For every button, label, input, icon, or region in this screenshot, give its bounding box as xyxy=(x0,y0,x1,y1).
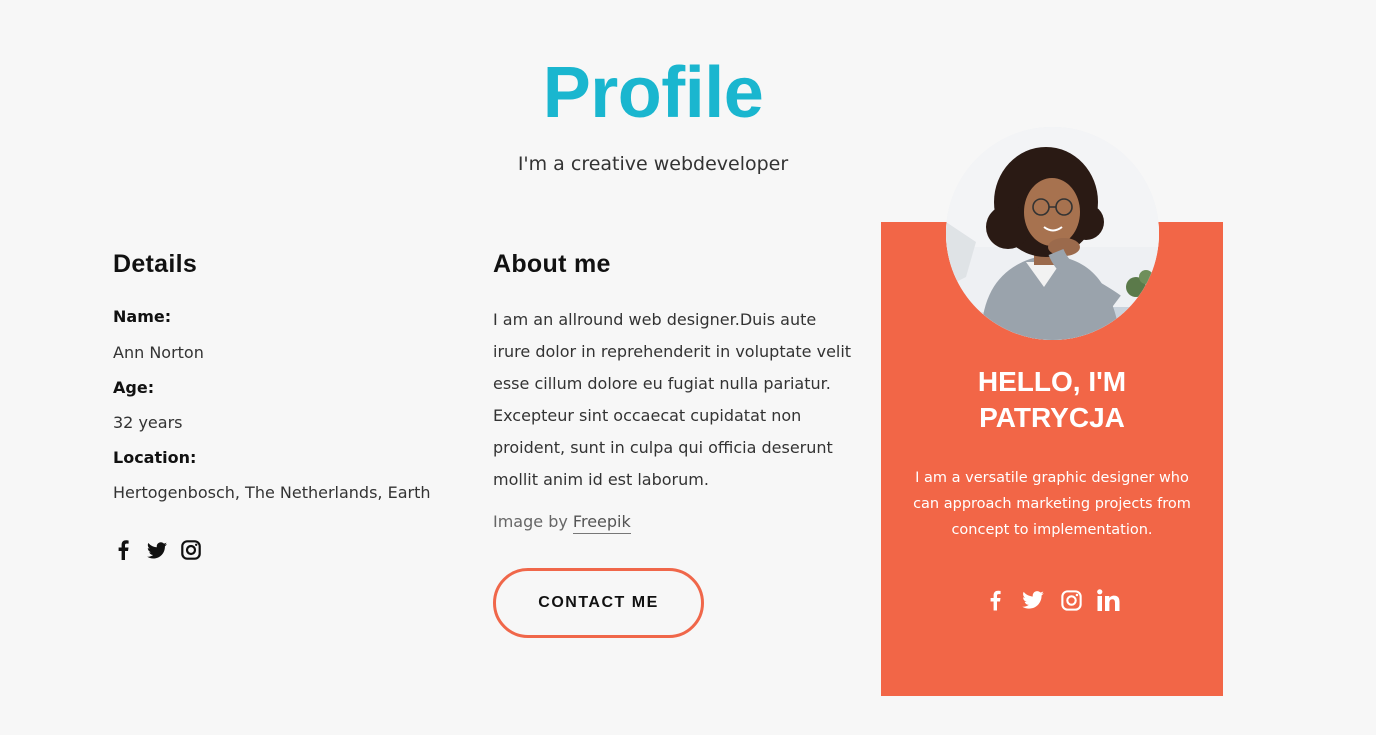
name-value: Ann Norton xyxy=(113,343,204,362)
image-credit: Image by Freepik xyxy=(493,512,631,534)
details-section: Details Name: Ann Norton Age: 32 years L… xyxy=(113,250,443,560)
age-label: Age: xyxy=(113,378,155,397)
card-description: I am a versatile graphic designer who ca… xyxy=(913,470,1191,538)
contact-me-button[interactable]: CONTACT ME xyxy=(493,568,704,638)
about-text: I am an allround web designer.Duis aute … xyxy=(493,310,852,489)
instagram-icon[interactable] xyxy=(181,540,201,560)
profile-photo xyxy=(946,127,1159,340)
age-value: 32 years xyxy=(113,413,183,432)
location-label: Location: xyxy=(113,448,197,467)
image-credit-prefix: Image by xyxy=(493,512,568,531)
facebook-icon[interactable] xyxy=(983,587,1007,613)
linkedin-icon[interactable] xyxy=(1097,587,1121,613)
about-heading: About me xyxy=(493,250,611,278)
about-section: About me I am an allround web designer.D… xyxy=(493,250,853,534)
page-title: Profile xyxy=(542,53,764,133)
card-title-line-1: HELLO, I'M xyxy=(977,366,1127,397)
card-social-links xyxy=(881,587,1223,613)
details-heading: Details xyxy=(113,250,198,278)
details-social-links xyxy=(113,540,201,560)
twitter-icon[interactable] xyxy=(1021,587,1045,613)
name-label: Name: xyxy=(113,307,172,326)
card-title-line-2: PATRYCJA xyxy=(979,402,1125,433)
instagram-icon[interactable] xyxy=(1059,587,1083,613)
profile-page: Profile I'm a creative webdeveloper Deta… xyxy=(0,0,1376,735)
location-value: Hertogenbosch, The Netherlands, Earth xyxy=(113,483,431,502)
card-title: HELLO, I'M PATRYCJA xyxy=(881,364,1223,436)
twitter-icon[interactable] xyxy=(147,540,167,560)
facebook-icon[interactable] xyxy=(113,540,133,560)
freepik-link[interactable]: Freepik xyxy=(572,512,631,534)
